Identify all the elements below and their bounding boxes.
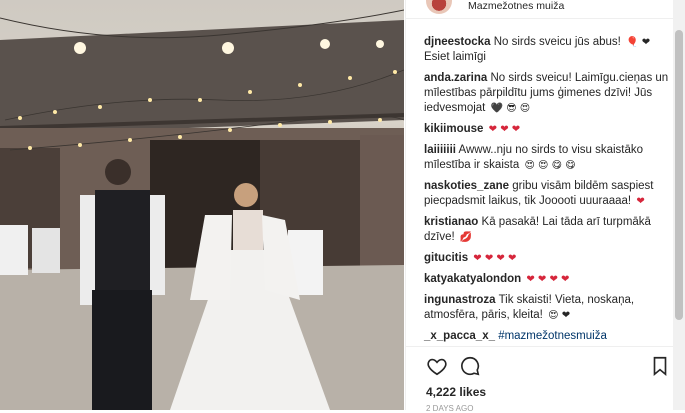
comment-item: naskoties_zane gribu visām bildēm saspie… [424,179,669,209]
comment-emoji: 😍 😍 😋 😋 [524,160,576,171]
comment-item: _x_pacca_x_ #mazmežotnesmuiža [424,329,669,344]
comment-text: No sirds sveicu jūs abus! [493,36,621,48]
comment-username[interactable]: ingunastroza [424,294,496,306]
post-actions [426,355,671,377]
comment-item: gitucitis ❤ ❤ ❤ ❤ [424,251,669,266]
comment-username[interactable]: djneestocka [424,36,490,48]
post-timestamp: 2 DAYS AGO [426,404,474,413]
scrollbar[interactable] [673,0,685,410]
comment-item: kikiimouse ❤ ❤ ❤ [424,122,669,137]
post-location[interactable]: Mazmežotnes muiža [468,0,564,12]
likes-count[interactable]: 4,222 likes [426,385,486,399]
comment-username[interactable]: gitucitis [424,252,468,264]
comment-username[interactable]: kristianao [424,216,478,228]
comment-emoji: ❤ ❤ ❤ ❤ [526,274,570,285]
comment-list: djneestocka No sirds sveicu jūs abus! 🎈 … [424,35,669,350]
comment-emoji: 💋 [459,232,473,243]
comment-username[interactable]: naskoties_zane [424,180,509,192]
avatar[interactable] [426,0,452,14]
comment-username[interactable]: _x_pacca_x_ [424,330,495,342]
comment-item: djneestocka No sirds sveicu jūs abus! 🎈 … [424,35,669,65]
comment-item: anda.zarina No sirds sveicu! Laimīgu.cie… [424,71,669,116]
comment-username[interactable]: kikiimouse [424,123,483,135]
comment-username[interactable]: katyakatyalondon [424,273,521,285]
comment-item: ingunastroza Tik skaisti! Vieta, noskaņa… [424,293,669,323]
comment-item: katyakatyalondon ❤ ❤ ❤ ❤ [424,272,669,287]
comment-emoji: ❤ ❤ ❤ [488,124,521,135]
scrollbar-thumb[interactable] [675,30,683,320]
comment-username[interactable]: anda.zarina [424,72,487,84]
post-header: Mazmežotnes muiža [406,0,674,19]
bookmark-icon[interactable] [649,355,671,377]
heart-icon[interactable] [426,355,448,377]
comments-panel: Mazmežotnes muiža djneestocka No sirds s… [405,0,674,413]
comment-username[interactable]: laiiiiiii [424,144,456,156]
divider [406,346,674,347]
wedding-photo [0,9,404,410]
comment-emoji: 😍 ❤ [548,310,571,321]
comment-emoji: 🖤 😎 😍 [490,103,531,114]
comment-item: kristianao Kā pasakā! Lai tāda arī turpm… [424,215,669,245]
comment-emoji: ❤ ❤ ❤ ❤ [473,253,517,264]
comment-item: laiiiiiii Awww..nju no sirds to visu ska… [424,143,669,173]
comment-text-tail: Esiet laimīgi [424,51,486,63]
comment-icon[interactable] [459,355,481,377]
comment-emoji: 🎈 ❤ [626,37,651,48]
post-photo[interactable] [0,0,404,410]
comment-emoji: ❤ [636,196,645,207]
comment-hashtag[interactable]: #mazmežotnesmuiža [498,330,607,342]
